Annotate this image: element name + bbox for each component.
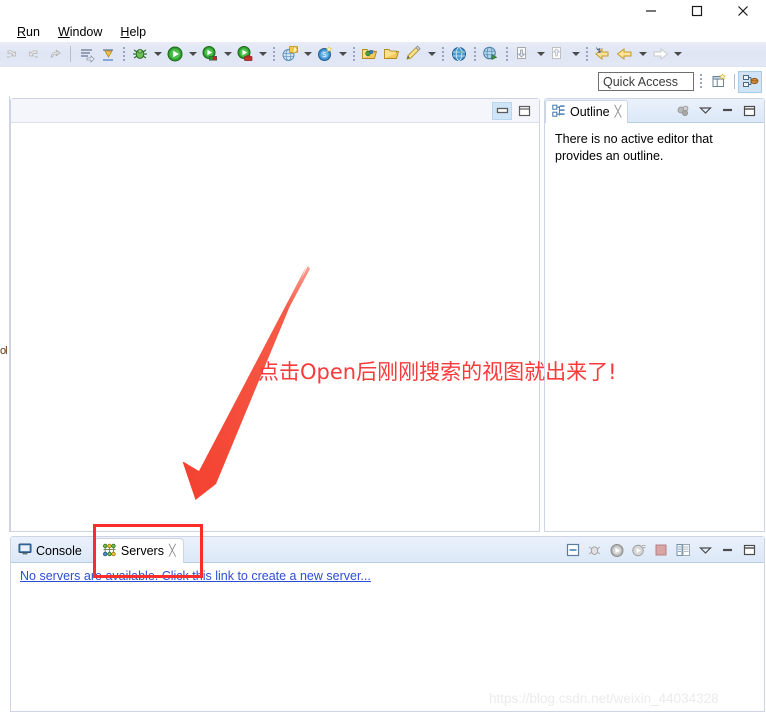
- forward-icon[interactable]: [649, 43, 671, 65]
- toolbar-separator: [123, 46, 125, 62]
- search-dropdown-arrow-icon[interactable]: [336, 43, 349, 65]
- menu-item-help[interactable]: Help: [111, 24, 155, 40]
- view-menu-icon[interactable]: [695, 541, 715, 559]
- debug-server-icon[interactable]: [585, 541, 605, 559]
- editor-tab-bar: [11, 99, 539, 123]
- toolbar-separator: [353, 46, 355, 62]
- debug-icon[interactable]: [129, 43, 151, 65]
- quick-access-text: Quick Access: [603, 74, 679, 89]
- console-icon: [18, 542, 32, 559]
- undo-icon[interactable]: [0, 43, 22, 65]
- open-type-icon[interactable]: [359, 43, 381, 65]
- back-icon[interactable]: [614, 43, 636, 65]
- toolbar-separator: [70, 46, 71, 62]
- quick-access-input[interactable]: Quick Access: [598, 72, 694, 91]
- maximize-view-icon[interactable]: [739, 541, 759, 559]
- toolbar-separator: [700, 73, 702, 90]
- stop-server-icon[interactable]: [651, 541, 671, 559]
- restore-editor-button[interactable]: [492, 101, 512, 120]
- outline-empty-message: There is no active editor that provides …: [555, 132, 713, 163]
- outline-tab-bar: Outline ╳: [545, 99, 764, 123]
- export-dropdown-arrow-icon[interactable]: [569, 43, 582, 65]
- outline-body: There is no active editor that provides …: [545, 123, 764, 531]
- outline-view: Outline ╳ There is no active editor that…: [544, 98, 765, 532]
- perspective-divider: [734, 74, 735, 89]
- open-perspective-icon[interactable]: [480, 43, 502, 65]
- menu-item-run[interactable]: Run: [8, 24, 49, 40]
- annotation-highlight-box: [93, 524, 203, 578]
- redo-icon[interactable]: [22, 43, 44, 65]
- view-menu-icon[interactable]: [695, 102, 715, 120]
- outline-icon: [552, 104, 566, 121]
- profile-server-icon[interactable]: [629, 541, 649, 559]
- run-on-server-icon[interactable]: [234, 43, 256, 65]
- console-tab-label: Console: [36, 543, 82, 558]
- toolbar-separator: [442, 46, 444, 62]
- new-web-project-dropdown-arrow-icon[interactable]: [301, 43, 314, 65]
- editor-body[interactable]: [11, 123, 539, 531]
- maximize-button[interactable]: [674, 0, 720, 22]
- svg-text:S: S: [322, 51, 327, 59]
- search-icon[interactable]: S: [314, 43, 336, 65]
- toolbar-separator: [273, 46, 275, 62]
- maximize-view-icon[interactable]: [739, 102, 759, 120]
- new-web-project-icon[interactable]: [279, 43, 301, 65]
- perspective-switcher: [707, 70, 762, 93]
- forward-dropdown-arrow-icon[interactable]: [671, 43, 684, 65]
- open-perspective-button[interactable]: [707, 71, 731, 93]
- outline-tab-label: Outline: [570, 105, 610, 119]
- back-dropdown-arrow-icon[interactable]: [636, 43, 649, 65]
- toolbar-separator: [474, 46, 476, 62]
- window-controls: [628, 0, 766, 22]
- run-dropdown-arrow-icon[interactable]: [186, 43, 199, 65]
- close-button[interactable]: [720, 0, 766, 22]
- new-annotation-dropdown-arrow-icon[interactable]: [425, 43, 438, 65]
- next-annotation-icon[interactable]: [75, 43, 97, 65]
- tab-console[interactable]: Console: [11, 538, 94, 563]
- close-icon[interactable]: ╳: [615, 106, 622, 118]
- left-fast-view-bar[interactable]: ol: [0, 96, 10, 532]
- watermark: https://blog.csdn.net/weixin_44034328: [489, 691, 719, 706]
- run-on-server-dropdown-arrow-icon[interactable]: [256, 43, 269, 65]
- java-ee-perspective-button[interactable]: [738, 70, 762, 93]
- minimize-button[interactable]: [628, 0, 674, 22]
- minimize-view-icon[interactable]: [717, 102, 737, 120]
- import-dropdown-arrow-icon[interactable]: [534, 43, 547, 65]
- last-edit-location-icon[interactable]: [44, 43, 66, 65]
- tab-outline[interactable]: Outline ╳: [545, 100, 629, 123]
- title-bar: [0, 0, 766, 22]
- maximize-editor-button[interactable]: [514, 102, 534, 120]
- publish-server-icon[interactable]: [673, 541, 693, 559]
- run-external-tools-icon[interactable]: [199, 43, 221, 65]
- open-task-icon[interactable]: [381, 43, 403, 65]
- menu-bar: Run Window Help: [0, 22, 766, 42]
- quick-access-bar: Quick Access: [0, 67, 766, 96]
- outline-toolbar: [671, 102, 764, 120]
- servers-body: No servers are available. Click this lin…: [11, 563, 764, 711]
- menu-item-window[interactable]: Window: [49, 24, 111, 40]
- previous-annotation-icon[interactable]: [97, 43, 119, 65]
- new-server-icon[interactable]: [563, 541, 583, 559]
- main-toolbar: S: [0, 42, 766, 67]
- import-icon[interactable]: [512, 43, 534, 65]
- run-external-dropdown-arrow-icon[interactable]: [221, 43, 234, 65]
- run-icon[interactable]: [164, 43, 186, 65]
- editor-area: [10, 98, 540, 532]
- back-to-icon[interactable]: [592, 43, 614, 65]
- annotation-callout-text: 点击Open后刚刚搜索的视图就出来了!: [258, 360, 617, 384]
- start-server-icon[interactable]: [607, 541, 627, 559]
- export-icon[interactable]: [547, 43, 569, 65]
- new-annotation-icon[interactable]: [403, 43, 425, 65]
- debug-dropdown-arrow-icon[interactable]: [151, 43, 164, 65]
- toolbar-separator: [586, 46, 588, 62]
- minimize-view-icon[interactable]: [717, 541, 737, 559]
- left-fast-view-clipped-label: ol: [0, 345, 8, 357]
- servers-toolbar: [561, 541, 764, 562]
- toolbar-separator: [506, 46, 508, 62]
- focus-on-selection-icon[interactable]: [673, 102, 693, 120]
- open-web-browser-icon[interactable]: [448, 43, 470, 65]
